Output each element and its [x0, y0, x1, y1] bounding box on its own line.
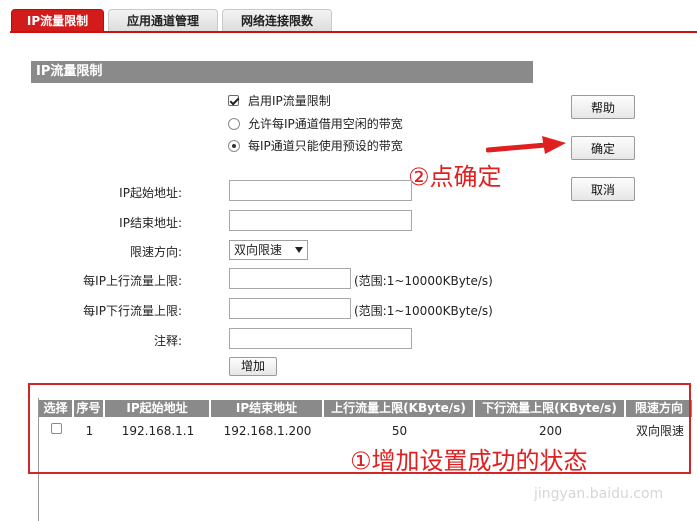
section-title: IP流量限制: [31, 61, 533, 83]
tab-connection-limit[interactable]: 网络连接限数: [222, 9, 332, 32]
enable-ip-limit-label: 启用IP流量限制: [248, 94, 331, 108]
end-ip-input[interactable]: [229, 210, 412, 231]
up-limit-hint: (范围:1~10000KByte/s): [354, 274, 493, 288]
end-ip-label: IP结束地址:: [119, 216, 182, 230]
tab-ip-traffic-limit[interactable]: IP流量限制: [11, 9, 104, 32]
start-ip-input[interactable]: [229, 180, 412, 201]
down-limit-label: 每IP下行流量上限:: [83, 304, 182, 318]
tab-underline: [10, 31, 697, 33]
add-button[interactable]: 增加: [229, 357, 277, 376]
tab-bar: IP流量限制 应用通道管理 网络连接限数: [0, 0, 697, 33]
tab-app-channel-management[interactable]: 应用通道管理: [108, 9, 218, 32]
annotation-step-2: ②点确定: [408, 163, 502, 191]
annotation-step-1: ①增加设置成功的状态: [350, 447, 588, 475]
direction-select[interactable]: 双向限速: [229, 240, 308, 260]
direction-select-value: 双向限速: [234, 243, 283, 257]
confirm-button[interactable]: 确定: [571, 136, 635, 160]
chevron-down-icon: [295, 247, 303, 253]
down-limit-input[interactable]: [229, 298, 351, 319]
start-ip-label: IP起始地址:: [119, 186, 182, 200]
enable-ip-limit-checkbox[interactable]: [228, 95, 239, 106]
preset-bandwidth-label: 每IP通道只能使用预设的带宽: [248, 139, 403, 153]
borrow-bandwidth-label: 允许每IP通道借用空闲的带宽: [248, 117, 403, 131]
up-limit-input[interactable]: [229, 268, 351, 289]
up-limit-label: 每IP上行流量上限:: [83, 274, 182, 288]
help-button[interactable]: 帮助: [571, 95, 635, 119]
down-limit-hint: (范围:1~10000KByte/s): [354, 304, 493, 318]
note-label: 注释:: [153, 334, 182, 348]
cancel-button[interactable]: 取消: [571, 177, 635, 201]
watermark: jingyan.baidu.com: [534, 486, 664, 502]
preset-bandwidth-radio[interactable]: [228, 140, 240, 152]
direction-label: 限速方向:: [129, 245, 182, 259]
note-input[interactable]: [229, 328, 412, 349]
borrow-bandwidth-radio[interactable]: [228, 118, 240, 130]
arrow-annotation-icon: [486, 136, 566, 154]
